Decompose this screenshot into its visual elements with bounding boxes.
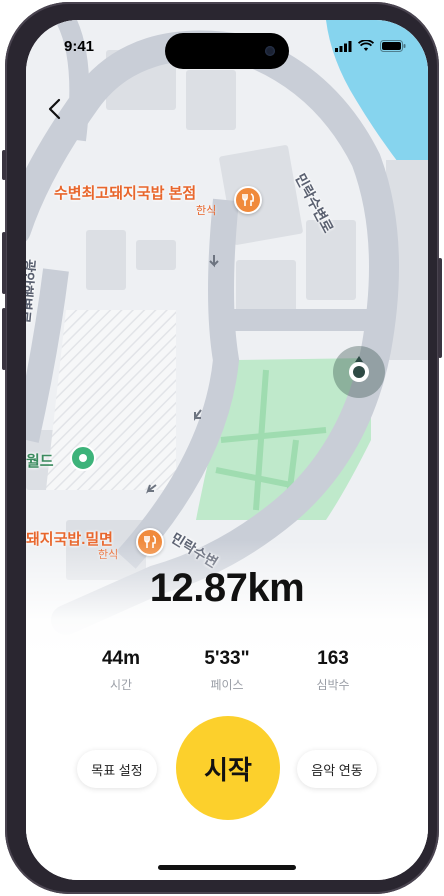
stat-label: 심박수 bbox=[316, 678, 350, 692]
stat-value: 44m bbox=[101, 648, 141, 669]
back-button[interactable] bbox=[40, 92, 74, 126]
poi-name[interactable]: 월드 bbox=[26, 450, 54, 471]
stat-heart-rate: 163 심박수 bbox=[278, 648, 388, 693]
wifi-icon bbox=[358, 40, 374, 51]
phone-frame: 수변최고돼지국밥 본점 한식 돼지국밥.밀면 한식 월드 민락수변로 광안해변로… bbox=[2, 2, 442, 894]
start-button[interactable]: 시작 bbox=[176, 716, 280, 820]
status-time: 9:41 bbox=[64, 38, 95, 55]
stat-label: 페이스 bbox=[210, 678, 244, 692]
power-button bbox=[438, 258, 442, 358]
screen: 수변최고돼지국밥 본점 한식 돼지국밥.밀면 한식 월드 민락수변로 광안해변로… bbox=[26, 20, 428, 880]
poi-category: 한식 bbox=[196, 205, 217, 217]
home-indicator[interactable] bbox=[158, 865, 296, 870]
volume-up-button bbox=[2, 232, 6, 294]
stat-label: 시간 bbox=[109, 678, 133, 692]
stat-value: 5'33" bbox=[204, 648, 250, 669]
fork-knife-icon[interactable] bbox=[234, 186, 262, 214]
music-link-button[interactable]: 음악 연동 bbox=[297, 750, 377, 788]
action-button bbox=[2, 150, 6, 180]
stat-pace: 5'33" 페이스 bbox=[172, 648, 282, 693]
status-icons bbox=[335, 40, 406, 52]
goal-setting-button[interactable]: 목표 설정 bbox=[77, 750, 157, 788]
stat-value: 163 bbox=[317, 648, 349, 669]
signal-icon bbox=[335, 40, 352, 52]
poi-name[interactable]: 수변최고돼지국밥 본점 bbox=[54, 182, 196, 203]
battery-icon bbox=[380, 40, 406, 52]
volume-down-button bbox=[2, 308, 6, 370]
back-arrow-icon bbox=[48, 98, 61, 120]
camera-icon bbox=[265, 46, 275, 56]
distance-value: 12.87km bbox=[149, 566, 305, 610]
stat-time: 44m 시간 bbox=[66, 648, 176, 693]
